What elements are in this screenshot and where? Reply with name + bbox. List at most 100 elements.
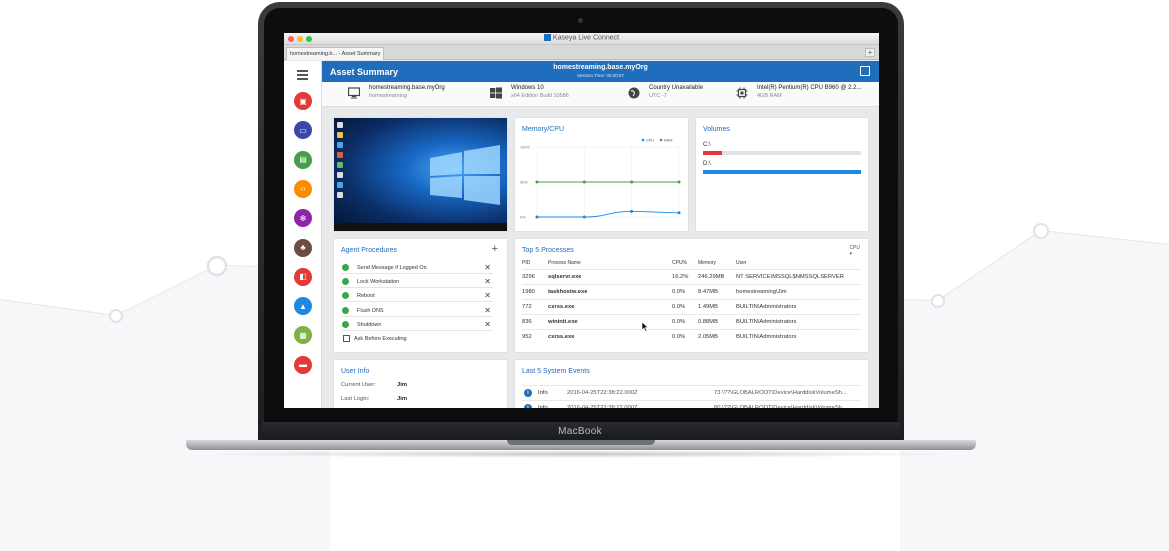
app: ▣ ▭ ▤ ‹› ✻ ♣ ◧ ▲ ▦ ▬ Asset Summary homestreaming.…: [284, 61, 879, 408]
event-message: 73 \??\GLOBALROOT\Device\HarddiskVolumeS…: [714, 390, 847, 396]
column-header: PID: [522, 260, 531, 267]
camera-icon: [578, 18, 583, 23]
sidebar: ▣ ▭ ▤ ‹› ✻ ♣ ◧ ▲ ▦ ▬: [284, 61, 322, 408]
memory-cpu-card: Memory/CPU 100% 50% 0% CPU RAM: [515, 118, 688, 231]
close-icon[interactable]: ✕: [484, 291, 491, 300]
sidebar-item-remote-control[interactable]: ▭: [294, 121, 312, 140]
play-icon[interactable]: [342, 264, 349, 271]
sidebar-item-asset-summary[interactable]: ▣: [294, 92, 312, 110]
data-point-cpu: [630, 209, 634, 213]
desktop-preview[interactable]: [334, 118, 507, 231]
sidebar-item-alerts[interactable]: ▲: [294, 297, 312, 316]
play-icon[interactable]: [342, 292, 349, 300]
close-icon[interactable]: ✕: [484, 277, 491, 286]
windows-logo-wallpaper: [430, 145, 500, 205]
network-icon: ♣: [300, 243, 306, 252]
table-cell: 0.0%: [672, 328, 698, 344]
procedure-label: Flush DNS: [357, 307, 384, 314]
legend-swatch: [641, 138, 645, 142]
table-row[interactable]: 952 csrss.exe 0.0% 2.05MB BUILTIN\Administra…: [522, 328, 861, 344]
window-title-text: Kaseya Live Connect: [552, 34, 620, 42]
table-row[interactable]: 3296 sqlservr.exe 16.2% 246.29MB NT SERVICE\…: [522, 268, 861, 284]
y-tick-label: 100%: [520, 146, 530, 150]
agent-procedures-card: Agent Procedures + Send Message if Logge…: [334, 239, 507, 352]
table-cell: 246.29MB: [698, 268, 736, 284]
sidebar-item-services[interactable]: ✻: [294, 209, 312, 228]
exit-icon[interactable]: [860, 66, 870, 76]
event-row[interactable]: i Info 2016-04-25T22:38:22.000Z 73 \??\GLOB…: [522, 385, 861, 400]
book-icon: ◧: [299, 272, 307, 282]
gear-icon: ✻: [299, 213, 307, 223]
background-ticks: [0, 458, 1169, 472]
os-info: Windows 10 x64 Edition Build 10586: [490, 85, 569, 99]
os-build: x64 Edition Build 10586: [511, 93, 569, 99]
close-icon[interactable]: ✕: [484, 320, 491, 329]
add-procedure-button[interactable]: +: [492, 243, 498, 255]
volume-usage-bar: [703, 151, 861, 155]
location-info: Country Unavailable UTC -7: [628, 85, 703, 99]
procedure-item: Lock Workstation ✕: [341, 275, 493, 289]
menu-icon[interactable]: [297, 70, 308, 82]
desktop-icon: [337, 132, 343, 138]
procedure-item: Reboot ✕: [341, 289, 493, 303]
timezone: UTC -7: [649, 93, 667, 99]
info-icon: i: [524, 404, 532, 408]
taskbar: [334, 223, 507, 231]
event-row[interactable]: i Info 2016-04-25T22:38:22.000Z 80 \??\GLOB…: [522, 400, 861, 408]
series-line-cpu: [536, 210, 680, 218]
page-header: Asset Summary homestreaming.base.myOrg S…: [322, 61, 879, 82]
legend-label-cpu: CPU: [646, 138, 654, 142]
table-cell: sqlservr.exe: [548, 268, 672, 284]
table-row[interactable]: 836 wininit.exe 0.0% 0.88MB BUILTIN\Administ…: [522, 313, 861, 329]
event-type: Info: [538, 405, 548, 408]
close-icon[interactable]: ✕: [484, 306, 491, 315]
windows-icon: [490, 87, 502, 99]
top-processes-title: Top 5 Processes: [522, 247, 574, 254]
column-header: Process Name: [548, 260, 581, 267]
column-header: CPU%: [672, 260, 688, 267]
sidebar-item-command-shell[interactable]: ‹›: [294, 179, 312, 198]
warning-icon: ▲: [299, 301, 307, 311]
data-point-ram: [582, 180, 586, 184]
table-cell: 952: [522, 328, 548, 344]
sidebar-item-chat[interactable]: ▬: [294, 355, 312, 374]
machine-info: homestreaming.base.myOrg homestreaming: [348, 85, 445, 99]
ask-before-checkbox[interactable]: [343, 335, 350, 342]
sidebar-item-events[interactable]: ◧: [294, 267, 312, 286]
sort-dropdown[interactable]: CPU ▾: [849, 245, 860, 257]
close-icon[interactable]: ✕: [484, 263, 491, 272]
monitor-icon: ▭: [299, 125, 307, 135]
y-tick-label: 50%: [520, 181, 528, 185]
laptop-shadow: [200, 450, 960, 458]
table-row[interactable]: 1980 taskhostw.exe 0.0% 8.47MB homestreaming…: [522, 283, 861, 299]
desktop-icon: [337, 122, 343, 128]
sidebar-item-network[interactable]: ♣: [294, 238, 312, 257]
window-titlebar: Kaseya Live Connect: [284, 33, 879, 45]
sidebar-item-files[interactable]: ▤: [294, 150, 312, 169]
top-processes-card: Top 5 Processes CPU ▾ PID Process Name CPU%…: [515, 239, 868, 352]
procedure-label: Lock Workstation: [357, 279, 400, 286]
procedure-label: Send Message if Logged On: [357, 265, 427, 271]
table-cell: 1980: [522, 283, 548, 299]
sidebar-item-tickets[interactable]: ▦: [294, 326, 312, 345]
volume-usage-fill: [703, 151, 722, 155]
table-cell: 8.47MB: [698, 283, 736, 299]
table-cell: 0.88MB: [698, 313, 736, 329]
user-info-value: Jim: [397, 382, 407, 388]
table-cell: 0.0%: [672, 298, 698, 314]
new-tab-button[interactable]: +: [865, 48, 875, 57]
system-events-card: Last 5 System Events i Info 2016-04-25T22:…: [515, 360, 868, 408]
memory-cpu-chart: 100% 50% 0% CPU RAM: [520, 138, 681, 220]
legend-label-ram: RAM: [664, 138, 672, 142]
play-icon[interactable]: [342, 306, 349, 314]
play-icon[interactable]: [342, 278, 349, 286]
event-time: 2016-04-25T22:38:22.000Z: [567, 390, 638, 396]
window-title: Kaseya Live Connect: [284, 34, 879, 41]
volume-usage-fill: [703, 170, 861, 174]
procedure-item: Shutdown ✕: [341, 318, 493, 331]
play-icon[interactable]: [342, 320, 349, 328]
chat-icon: ▬: [299, 360, 307, 370]
table-row[interactable]: 772 csrss.exe 0.0% 1.49MB BUILTIN\Administra…: [522, 298, 861, 314]
tab-asset-summary[interactable]: homestreaming.b... - Asset Summary: [286, 47, 384, 60]
monitor-icon: [348, 87, 360, 99]
